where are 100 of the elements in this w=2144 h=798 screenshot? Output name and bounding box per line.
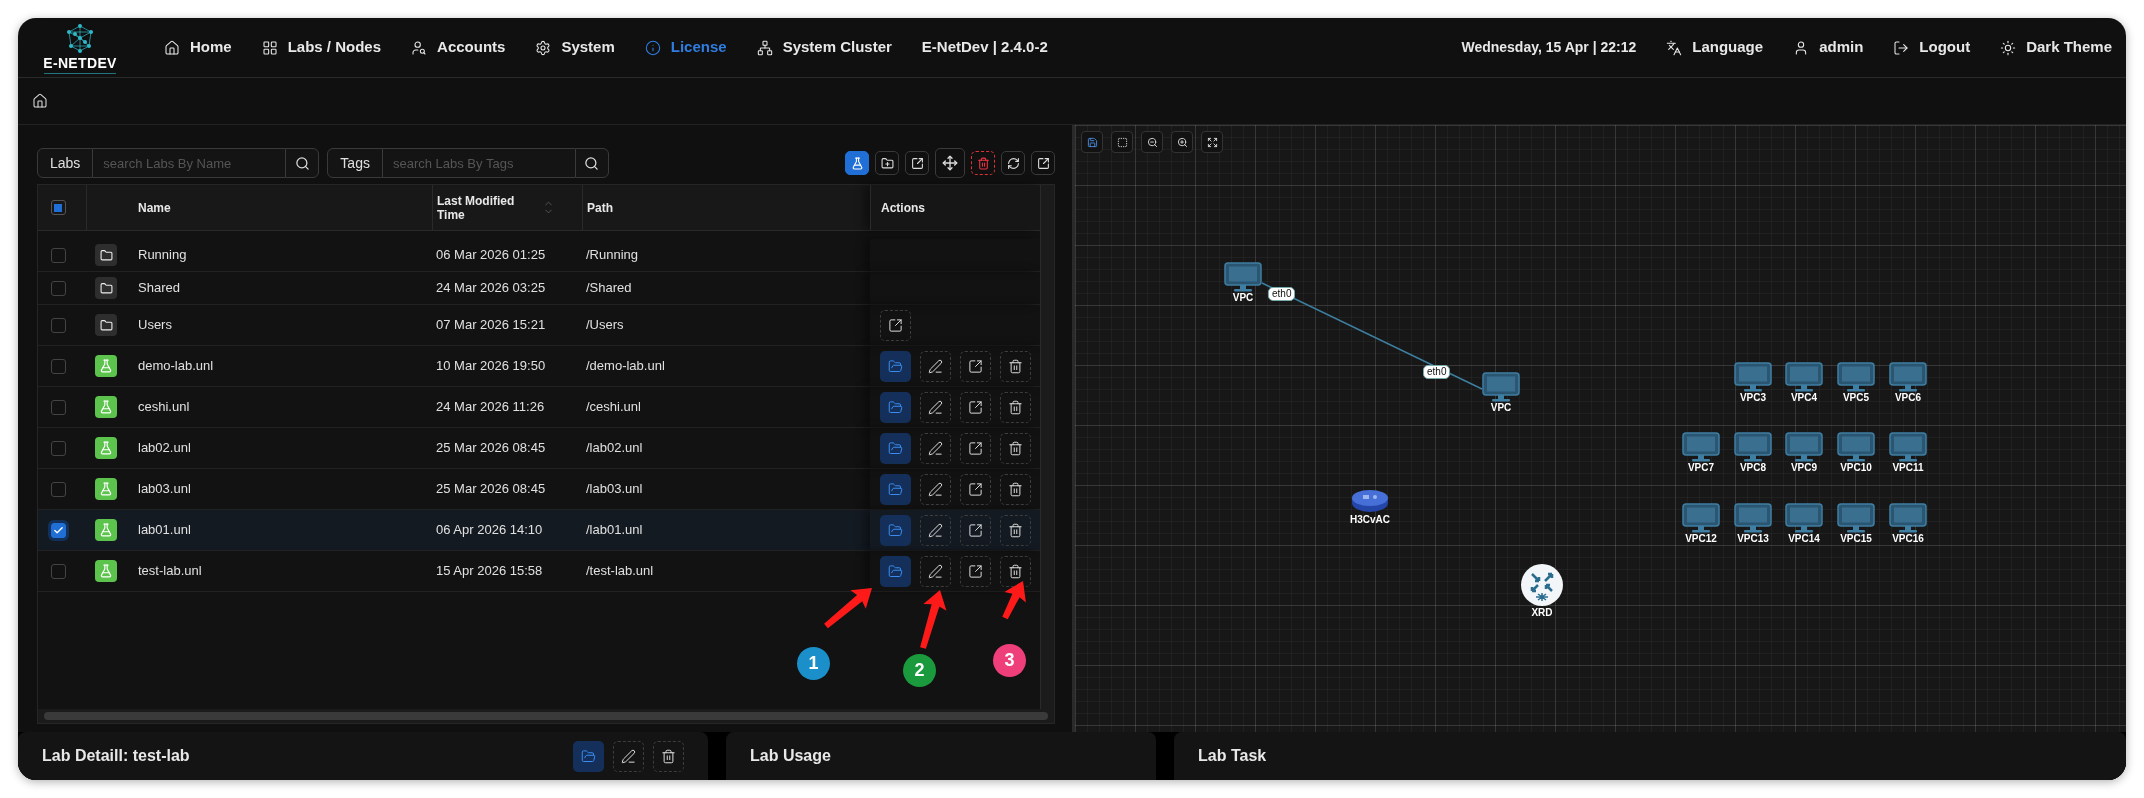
table-row[interactable]: test-lab.unl 15 Apr 2026 15:58 /test-lab.unl (38, 551, 1040, 592)
table-row[interactable]: demo-lab.unl 10 Mar 2026 19:50 /demo-lab.unl (38, 346, 1040, 387)
row-checkbox[interactable] (50, 280, 66, 296)
edit-button[interactable] (920, 514, 951, 546)
export-button[interactable] (960, 350, 991, 382)
delete-button[interactable] (1000, 473, 1031, 505)
toolbar-button[interactable] (845, 151, 869, 175)
search-field[interactable]: search Labs By Tags (382, 148, 575, 178)
toolbar-button[interactable] (935, 148, 965, 178)
delete-button[interactable] (1000, 391, 1031, 423)
modified-time: 06 Apr 2026 14:10 (435, 521, 544, 540)
nav-link[interactable]: Home (164, 36, 232, 59)
search-button[interactable] (285, 148, 320, 178)
switch-icon[interactable] (1351, 488, 1389, 514)
breadcrumb-home-icon[interactable] (32, 93, 48, 109)
row-checkbox[interactable] (50, 317, 66, 333)
column-header[interactable]: Name (138, 200, 238, 215)
export-button[interactable] (960, 391, 991, 423)
router-icon[interactable] (1520, 563, 1564, 607)
nav-link[interactable]: admin (1793, 36, 1864, 59)
vertical-scrollbar[interactable] (1040, 185, 1054, 709)
nav-link[interactable]: Labs / Nodes (261, 36, 382, 59)
export-button[interactable] (960, 514, 991, 546)
edit-button[interactable] (920, 391, 951, 423)
refresh-icon (1006, 156, 1020, 170)
toolbar-button[interactable] (1001, 151, 1025, 175)
canvas-tool-button[interactable] (1171, 131, 1193, 153)
monitor-icon[interactable] (1734, 362, 1772, 392)
column-header[interactable]: Path (587, 200, 687, 215)
monitor-icon[interactable] (1837, 432, 1875, 462)
open-button[interactable] (880, 555, 911, 587)
row-checkbox[interactable] (50, 399, 66, 415)
edit-button[interactable] (613, 740, 644, 772)
monitor-icon[interactable] (1734, 503, 1772, 533)
monitor-icon[interactable] (1785, 432, 1823, 462)
export-button[interactable] (960, 473, 991, 505)
nav-link[interactable]: Language (1666, 36, 1764, 59)
toolbar-button[interactable] (1031, 151, 1055, 175)
open-button[interactable] (573, 740, 604, 772)
monitor-icon[interactable] (1224, 262, 1262, 292)
table-row[interactable]: Running 06 Mar 2026 01:25 /Running (38, 239, 1040, 272)
row-checkbox[interactable] (50, 358, 66, 374)
row-checkbox[interactable] (50, 440, 66, 456)
table-row[interactable]: lab01.unl 06 Apr 2026 14:10 /lab01.unl (38, 510, 1040, 551)
open-button[interactable] (880, 473, 911, 505)
row-checkbox[interactable] (50, 563, 66, 579)
delete-button[interactable] (1000, 432, 1031, 464)
open-button[interactable] (880, 514, 911, 546)
canvas-tool-button[interactable] (1111, 131, 1133, 153)
export-button[interactable] (960, 555, 991, 587)
export-button[interactable] (880, 309, 911, 341)
nav-link[interactable]: Accounts (411, 36, 506, 59)
nav-link[interactable]: Logout (1893, 36, 1971, 59)
row-checkbox[interactable] (50, 481, 66, 497)
monitor-icon[interactable] (1682, 503, 1720, 533)
table-row[interactable]: Users 07 Mar 2026 15:21 /Users (38, 305, 1040, 346)
select-all-checkbox[interactable] (50, 200, 66, 215)
edit-button[interactable] (920, 555, 951, 587)
monitor-icon[interactable] (1889, 503, 1927, 533)
topology-canvas[interactable]: eth0 eth0 VPC VPC VPC3 VPC4 VPC5 VPC6 VPC7 VPC8 VPC9 VPC10 VPC11 VPC12 VPC13 VPC14 VPC15 VPC16 H3CvAC XRD (1075, 125, 2126, 732)
table-row[interactable]: Shared 24 Mar 2026 03:25 /Shared (38, 272, 1040, 305)
search-button[interactable] (574, 148, 609, 178)
column-header[interactable]: Last Modified Time (437, 193, 537, 222)
nav-link[interactable]: License (644, 36, 727, 59)
canvas-tool-button[interactable] (1201, 131, 1223, 153)
monitor-icon[interactable] (1734, 432, 1772, 462)
toolbar-button[interactable] (905, 151, 929, 175)
monitor-icon[interactable] (1837, 362, 1875, 392)
lab-path: /Shared (585, 279, 633, 298)
column-header[interactable]: Actions (881, 200, 981, 215)
search-field[interactable]: search Labs By Name (93, 148, 286, 178)
open-button[interactable] (880, 432, 911, 464)
nav-link[interactable]: System (535, 36, 615, 59)
search-label: Tags (327, 148, 383, 178)
row-checkbox[interactable] (50, 522, 66, 538)
monitor-icon[interactable] (1785, 362, 1823, 392)
delete-button[interactable] (1000, 350, 1031, 382)
monitor-icon[interactable] (1785, 503, 1823, 533)
canvas-tool-button[interactable] (1141, 131, 1163, 153)
toolbar-button[interactable] (875, 151, 899, 175)
horizontal-scrollbar[interactable] (44, 712, 1048, 720)
table-row[interactable]: lab02.unl 25 Mar 2026 08:45 /lab02.unl (38, 428, 1040, 469)
monitor-icon[interactable] (1482, 372, 1520, 402)
monitor-icon[interactable] (1889, 432, 1927, 462)
delete-button[interactable] (653, 740, 684, 772)
table-row[interactable]: ceshi.unl 24 Mar 2026 11:26 /ceshi.unl (38, 387, 1040, 428)
edit-button[interactable] (920, 473, 951, 505)
row-checkbox[interactable] (50, 247, 66, 263)
monitor-icon[interactable] (1837, 503, 1875, 533)
edit-button[interactable] (920, 350, 951, 382)
export-button[interactable] (960, 432, 991, 464)
nav-link[interactable]: Dark Theme (2000, 36, 2112, 59)
monitor-icon[interactable] (1682, 432, 1720, 462)
edit-button[interactable] (920, 432, 951, 464)
modified-time: 25 Mar 2026 08:45 (435, 480, 547, 499)
nav-link[interactable]: System Cluster (756, 36, 892, 59)
delete-button[interactable] (1000, 514, 1031, 546)
open-button[interactable] (880, 350, 911, 382)
open-button[interactable] (880, 391, 911, 423)
monitor-icon[interactable] (1889, 362, 1927, 392)
